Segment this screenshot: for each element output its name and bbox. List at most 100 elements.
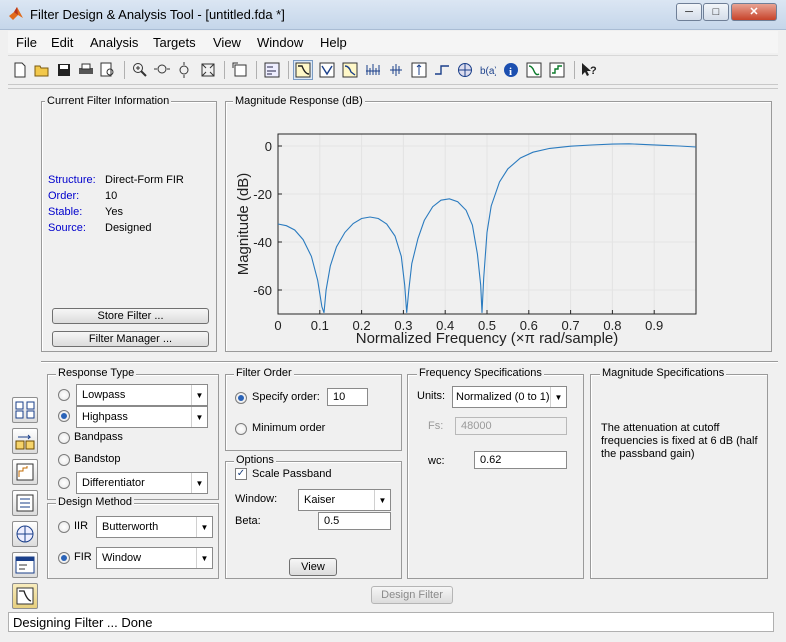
print-icon[interactable] [76, 60, 96, 80]
chevron-down-icon: ▼ [196, 517, 212, 537]
minimum-order-radio[interactable] [235, 423, 247, 435]
wc-input[interactable]: 0.62 [474, 451, 567, 469]
view-window-button[interactable]: View [289, 558, 337, 576]
store-filter-button[interactable]: Store Filter ... [52, 308, 209, 324]
specify-order-radio[interactable] [235, 392, 247, 404]
print-preview-icon[interactable] [98, 60, 118, 80]
differentiator-dropdown[interactable]: Differentiator ▼ [76, 472, 208, 494]
lowpass-radio[interactable] [58, 389, 70, 401]
filter-order-title: Filter Order [234, 367, 294, 379]
phase-delay-icon[interactable] [386, 60, 406, 80]
magnitude-specs-panel [590, 374, 768, 579]
save-icon[interactable] [54, 60, 74, 80]
bandstop-label[interactable]: Bandstop [74, 453, 120, 465]
menu-view[interactable]: View [213, 35, 241, 50]
highpass-dropdown[interactable]: Highpass ▼ [76, 406, 208, 428]
coefficients-icon[interactable]: b(a) [478, 60, 498, 80]
zoom-x-icon[interactable] [152, 60, 172, 80]
order-input[interactable]: 10 [327, 388, 368, 406]
minimum-order-label: Minimum order [252, 422, 326, 434]
scale-passband-checkbox[interactable]: ✓ [235, 468, 247, 480]
menu-edit[interactable]: Edit [51, 35, 73, 50]
order-value: 10 [105, 190, 118, 202]
wc-label: wc: [428, 455, 445, 467]
bandstop-radio[interactable] [58, 454, 70, 466]
x-tick-label: 0 [274, 318, 281, 333]
plot-panel-title: Magnitude Response (dB) [233, 95, 365, 107]
options-title: Options [234, 454, 276, 466]
group-delay-icon[interactable] [363, 60, 383, 80]
magnitude-specs-text: The attenuation at cutoff frequencies is… [601, 422, 758, 460]
iir-label: IIR [74, 520, 89, 532]
filter-spec-icon[interactable] [262, 60, 282, 80]
mag-phase-icon[interactable] [340, 60, 360, 80]
window-title: Filter Design & Analysis Tool - [untitle… [30, 7, 285, 22]
realize-model-icon[interactable] [12, 490, 38, 516]
lowpass-dropdown[interactable]: Lowpass ▼ [76, 384, 208, 406]
whats-this-icon[interactable]: ? [579, 60, 599, 80]
svg-text:b(a): b(a) [480, 66, 496, 77]
y-tick-label: -60 [253, 283, 272, 298]
bandpass-radio[interactable] [58, 432, 70, 444]
fs-input[interactable]: 48000 [455, 417, 567, 435]
chevron-down-icon: ▼ [191, 385, 207, 405]
units-dropdown[interactable]: Normalized (0 to 1) ▼ [452, 386, 567, 408]
fir-radio[interactable] [58, 552, 70, 564]
step-response-icon[interactable] [432, 60, 452, 80]
y-axis-label: Magnitude (dB) [235, 173, 252, 276]
units-label: Units: [417, 390, 446, 402]
magnitude-specs-title: Magnitude Specifications [600, 367, 727, 379]
new-icon[interactable] [10, 60, 30, 80]
pole-zero-icon[interactable] [455, 60, 475, 80]
source-value: Designed [105, 222, 152, 234]
response-type-title: Response Type [56, 367, 137, 379]
menu-window[interactable]: Window [257, 35, 303, 50]
design-filter-icon[interactable] [12, 583, 38, 609]
stable-label: Stable: [48, 206, 83, 218]
menu-help[interactable]: Help [320, 35, 347, 50]
convert-structure-icon[interactable] [12, 428, 38, 454]
main-divider [8, 88, 778, 89]
differentiator-radio[interactable] [58, 477, 70, 489]
zoom-in-icon[interactable] [130, 60, 150, 80]
y-tick-label: -40 [253, 235, 272, 250]
svg-text:i: i [509, 66, 512, 78]
open-icon[interactable] [32, 60, 52, 80]
pole-zero-editor-icon[interactable] [12, 521, 38, 547]
toolbar-separator [256, 61, 257, 79]
zoom-y-icon[interactable] [174, 60, 194, 80]
impulse-response-icon[interactable] [409, 60, 429, 80]
menu-analysis[interactable]: Analysis [90, 35, 138, 50]
full-view-icon[interactable] [198, 60, 218, 80]
import-filter-icon[interactable] [12, 552, 38, 578]
minimize-button[interactable]: ─ [676, 3, 702, 21]
phase-response-icon[interactable] [317, 60, 337, 80]
maximize-button[interactable]: □ [703, 3, 729, 21]
toolbar-separator [574, 61, 575, 79]
magnitude-estimate-icon[interactable] [547, 60, 567, 80]
specify-order-label: Specify order: [252, 391, 320, 403]
round-off-noise-icon[interactable] [524, 60, 544, 80]
close-button[interactable]: ✕ [731, 3, 777, 21]
title-bar[interactable]: Filter Design & Analysis Tool - [untitle… [0, 0, 786, 30]
menu-targets[interactable]: Targets [153, 35, 196, 50]
menu-file[interactable]: File [16, 35, 37, 50]
iir-method-dropdown[interactable]: Butterworth ▼ [96, 516, 213, 538]
information-icon[interactable]: i [501, 60, 521, 80]
highpass-radio[interactable] [58, 410, 70, 422]
source-label: Source: [48, 222, 86, 234]
structure-value: Direct-Form FIR [105, 174, 184, 186]
magnitude-response-chart[interactable]: 0 0.1 0.2 0.3 0.4 0.5 0.6 0.7 0.8 0.9 0-20-40-60 … [226, 112, 770, 350]
fir-method-dropdown[interactable]: Window ▼ [96, 547, 213, 569]
window-label: Window: [235, 493, 278, 505]
transform-filter-icon[interactable] [12, 397, 38, 423]
bandpass-label[interactable]: Bandpass [74, 431, 123, 443]
filter-manager-button[interactable]: Filter Manager ... [52, 331, 209, 347]
design-filter-button[interactable]: Design Filter [371, 586, 453, 604]
beta-input[interactable]: 0.5 [318, 512, 391, 530]
magnitude-response-icon[interactable] [293, 60, 313, 80]
iir-radio[interactable] [58, 521, 70, 533]
window-dropdown[interactable]: Kaiser ▼ [298, 489, 391, 511]
quantization-icon[interactable] [12, 459, 38, 485]
new-figure-icon[interactable] [230, 60, 250, 80]
